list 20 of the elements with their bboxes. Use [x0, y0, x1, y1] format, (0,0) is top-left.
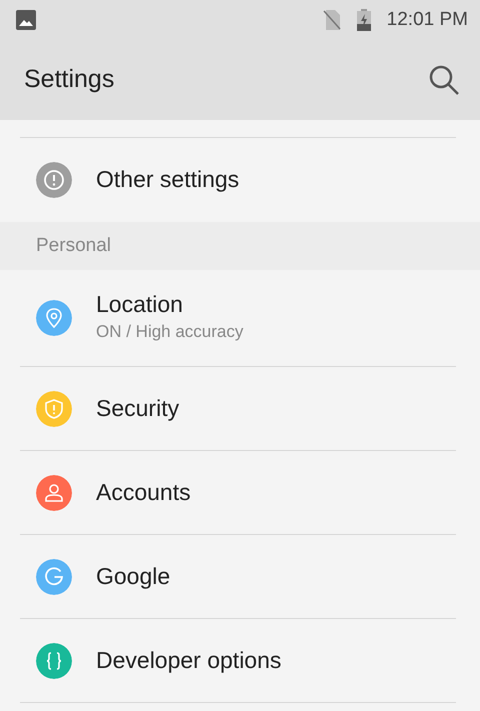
settings-item[interactable]: Google — [20, 535, 456, 619]
item-title: Accounts — [96, 478, 191, 506]
item-title: Google — [96, 562, 170, 590]
toolbar-title: Settings — [24, 64, 114, 96]
item-title: Location — [96, 291, 184, 320]
item-title: Developer options — [96, 646, 282, 674]
settings-item[interactable]: Other settings — [20, 138, 456, 222]
image-icon — [16, 10, 36, 30]
settings-item[interactable]: Location ON / High accuracy — [20, 270, 456, 367]
settings-item[interactable]: Accounts — [20, 451, 456, 535]
settings-item[interactable]: Security — [20, 367, 456, 451]
no-sim-icon — [322, 10, 341, 30]
clock-time: 12:01 PM — [386, 8, 468, 32]
item-title: Other settings — [96, 166, 240, 194]
section-header: Personal — [36, 234, 111, 258]
battery-charging-icon — [356, 9, 371, 31]
item-title: Security — [96, 394, 180, 422]
search-icon[interactable] — [428, 64, 460, 96]
settings-item[interactable]: Developer options — [20, 619, 456, 703]
item-summary: ON / High accuracy — [96, 321, 244, 344]
